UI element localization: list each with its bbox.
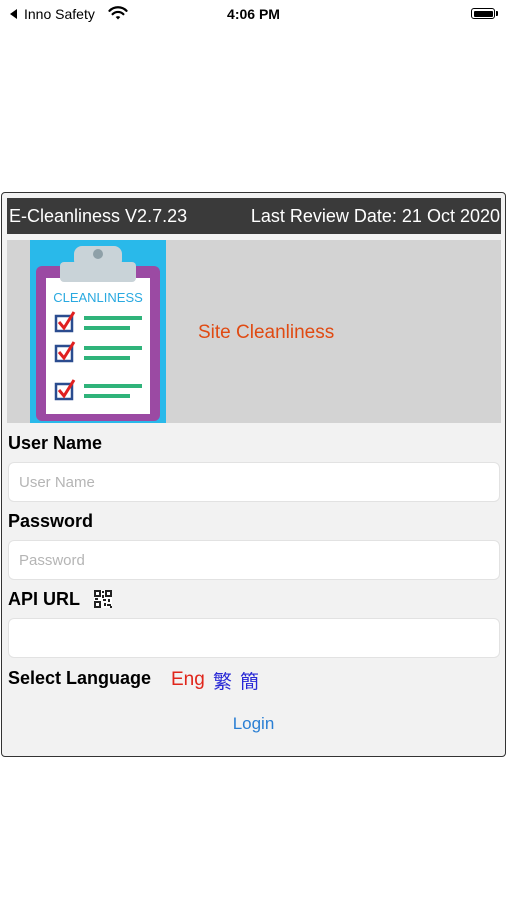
clock: 4:06 PM (227, 6, 280, 22)
language-option-traditional-chinese[interactable]: 繁 (213, 667, 232, 694)
banner: CLEANLINESS Site Cleanliness (7, 240, 501, 423)
password-input[interactable] (8, 540, 500, 580)
select-language-label: Select Language (8, 668, 152, 688)
last-review-date: Last Review Date: 21 Oct 2020 (250, 206, 500, 226)
app-version: E-Cleanliness V2.7.23 (9, 206, 188, 226)
site-cleanliness-title: Site Cleanliness (198, 322, 335, 343)
qr-code-icon[interactable] (94, 590, 112, 608)
status-bar: Inno Safety 4:06 PM (0, 0, 507, 28)
battery-tip (496, 11, 498, 16)
language-option-simplified-chinese[interactable]: 簡 (240, 667, 259, 694)
api-url-input[interactable] (8, 618, 500, 658)
login-panel: E-Cleanliness V2.7.23 Last Review Date: … (1, 192, 506, 757)
api-url-label: API URL (8, 589, 80, 609)
header-bar: E-Cleanliness V2.7.23 Last Review Date: … (7, 198, 501, 234)
login-button[interactable]: Login (2, 714, 505, 734)
clipboard-caption: CLEANLINESS (53, 290, 143, 305)
cleanliness-clipboard-icon: CLEANLINESS (30, 240, 166, 423)
username-input[interactable] (8, 462, 500, 502)
language-option-eng[interactable]: Eng (171, 669, 205, 691)
username-label: User Name (8, 433, 103, 453)
password-label: Password (8, 511, 94, 531)
battery-icon (471, 8, 495, 19)
